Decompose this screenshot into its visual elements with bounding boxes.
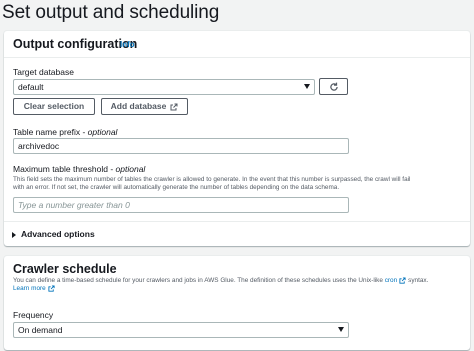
target-database-select[interactable]: default: [13, 79, 315, 95]
external-link-icon: [48, 285, 55, 292]
refresh-button[interactable]: [319, 78, 348, 95]
output-configuration-panel: Output configuration Info Target databas…: [4, 31, 470, 246]
external-link-icon: [170, 103, 178, 111]
advanced-options-toggle[interactable]: Advanced options: [12, 229, 95, 239]
crawler-schedule-description: You can define a time-based schedule for…: [13, 277, 429, 285]
learn-more-link[interactable]: Learn more: [13, 285, 55, 294]
cron-link[interactable]: cron: [385, 277, 397, 284]
output-configuration-title: Output configuration: [13, 37, 138, 51]
caret-down-icon: [304, 84, 310, 89]
target-database-label: Target database: [13, 67, 74, 77]
max-table-threshold-label: Maximum table threshold - optional: [13, 164, 146, 174]
output-configuration-header: Output configuration Info: [4, 31, 470, 58]
table-name-prefix-value: archivedoc: [18, 141, 60, 151]
table-name-prefix-label: Table name prefix - optional: [13, 127, 118, 137]
caret-down-icon: [338, 327, 344, 332]
table-name-prefix-input[interactable]: archivedoc: [13, 138, 349, 154]
add-database-label: Add database: [110, 101, 167, 111]
info-link[interactable]: Info: [120, 40, 135, 49]
external-link-icon: [399, 277, 406, 284]
max-table-threshold-placeholder: Type a number greater than 0: [18, 200, 130, 210]
page-title: Set output and scheduling: [2, 2, 220, 23]
crawler-schedule-title: Crawler schedule: [13, 262, 117, 276]
caret-right-icon: [12, 231, 16, 238]
crawler-schedule-panel: Crawler schedule You can define a time-b…: [4, 256, 470, 350]
frequency-value: On demand: [18, 325, 63, 335]
frequency-select[interactable]: On demand: [13, 322, 349, 338]
frequency-label: Frequency: [13, 310, 54, 320]
clear-selection-label: Clear selection: [23, 101, 85, 111]
advanced-options-label: Advanced options: [21, 229, 95, 239]
divider: [4, 221, 470, 222]
add-database-button[interactable]: Add database: [101, 98, 188, 115]
clear-selection-button[interactable]: Clear selection: [13, 98, 95, 115]
refresh-icon: [329, 82, 338, 91]
target-database-value: default: [18, 82, 44, 92]
max-table-threshold-description-2: with an error. If not set, the crawler w…: [13, 184, 340, 191]
max-table-threshold-input[interactable]: Type a number greater than 0: [13, 197, 349, 213]
